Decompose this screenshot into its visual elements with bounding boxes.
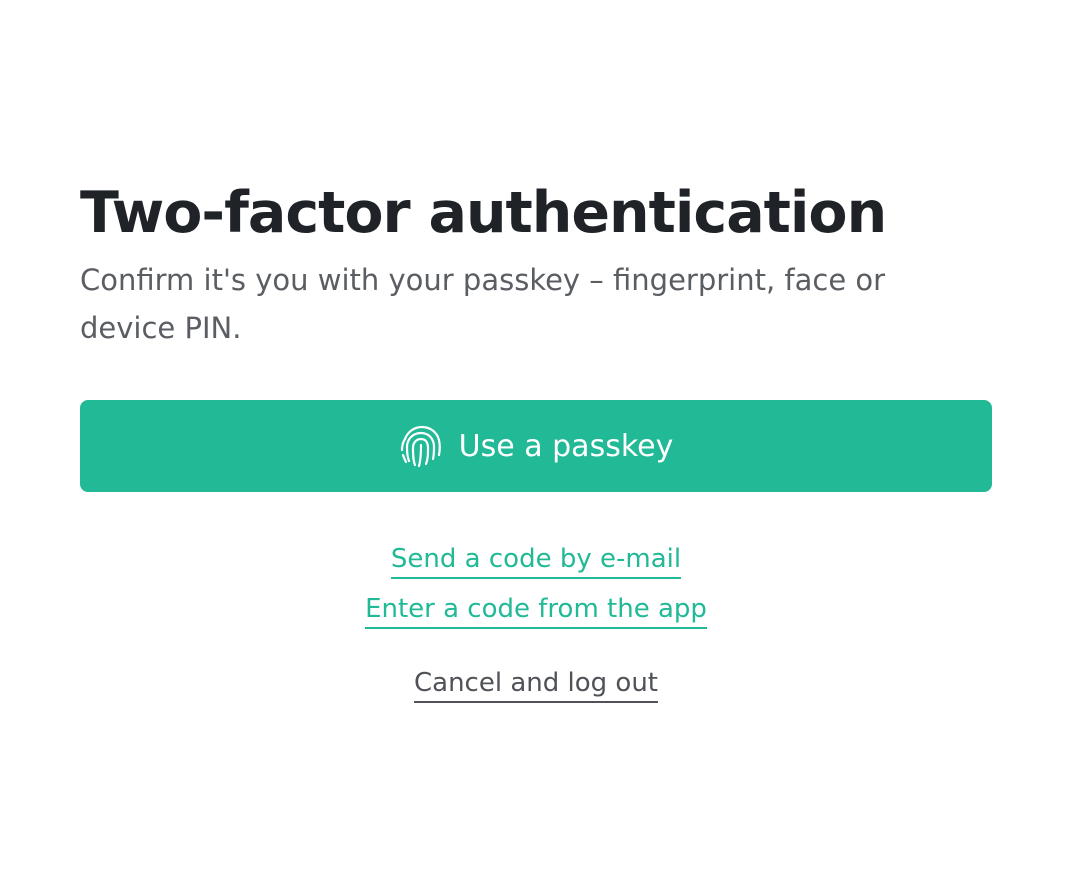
page-title: Two-factor authentication (80, 180, 887, 246)
fingerprint-icon (399, 423, 443, 469)
two-factor-panel: Two-factor authentication Confirm it's y… (80, 178, 992, 703)
cancel-logout-link[interactable]: Cancel and log out (413, 666, 658, 703)
send-email-code-link[interactable]: Send a code by e-mail (390, 542, 682, 579)
use-passkey-label: Use a passkey (458, 428, 674, 464)
enter-app-code-link[interactable]: Enter a code from the app (365, 592, 707, 629)
page-subtitle: Confirm it's you with your passkey – fin… (80, 263, 886, 345)
use-passkey-button[interactable]: Use a passkey (80, 400, 992, 492)
alternative-methods: Send a code by e-mail Enter a code from … (80, 542, 992, 703)
